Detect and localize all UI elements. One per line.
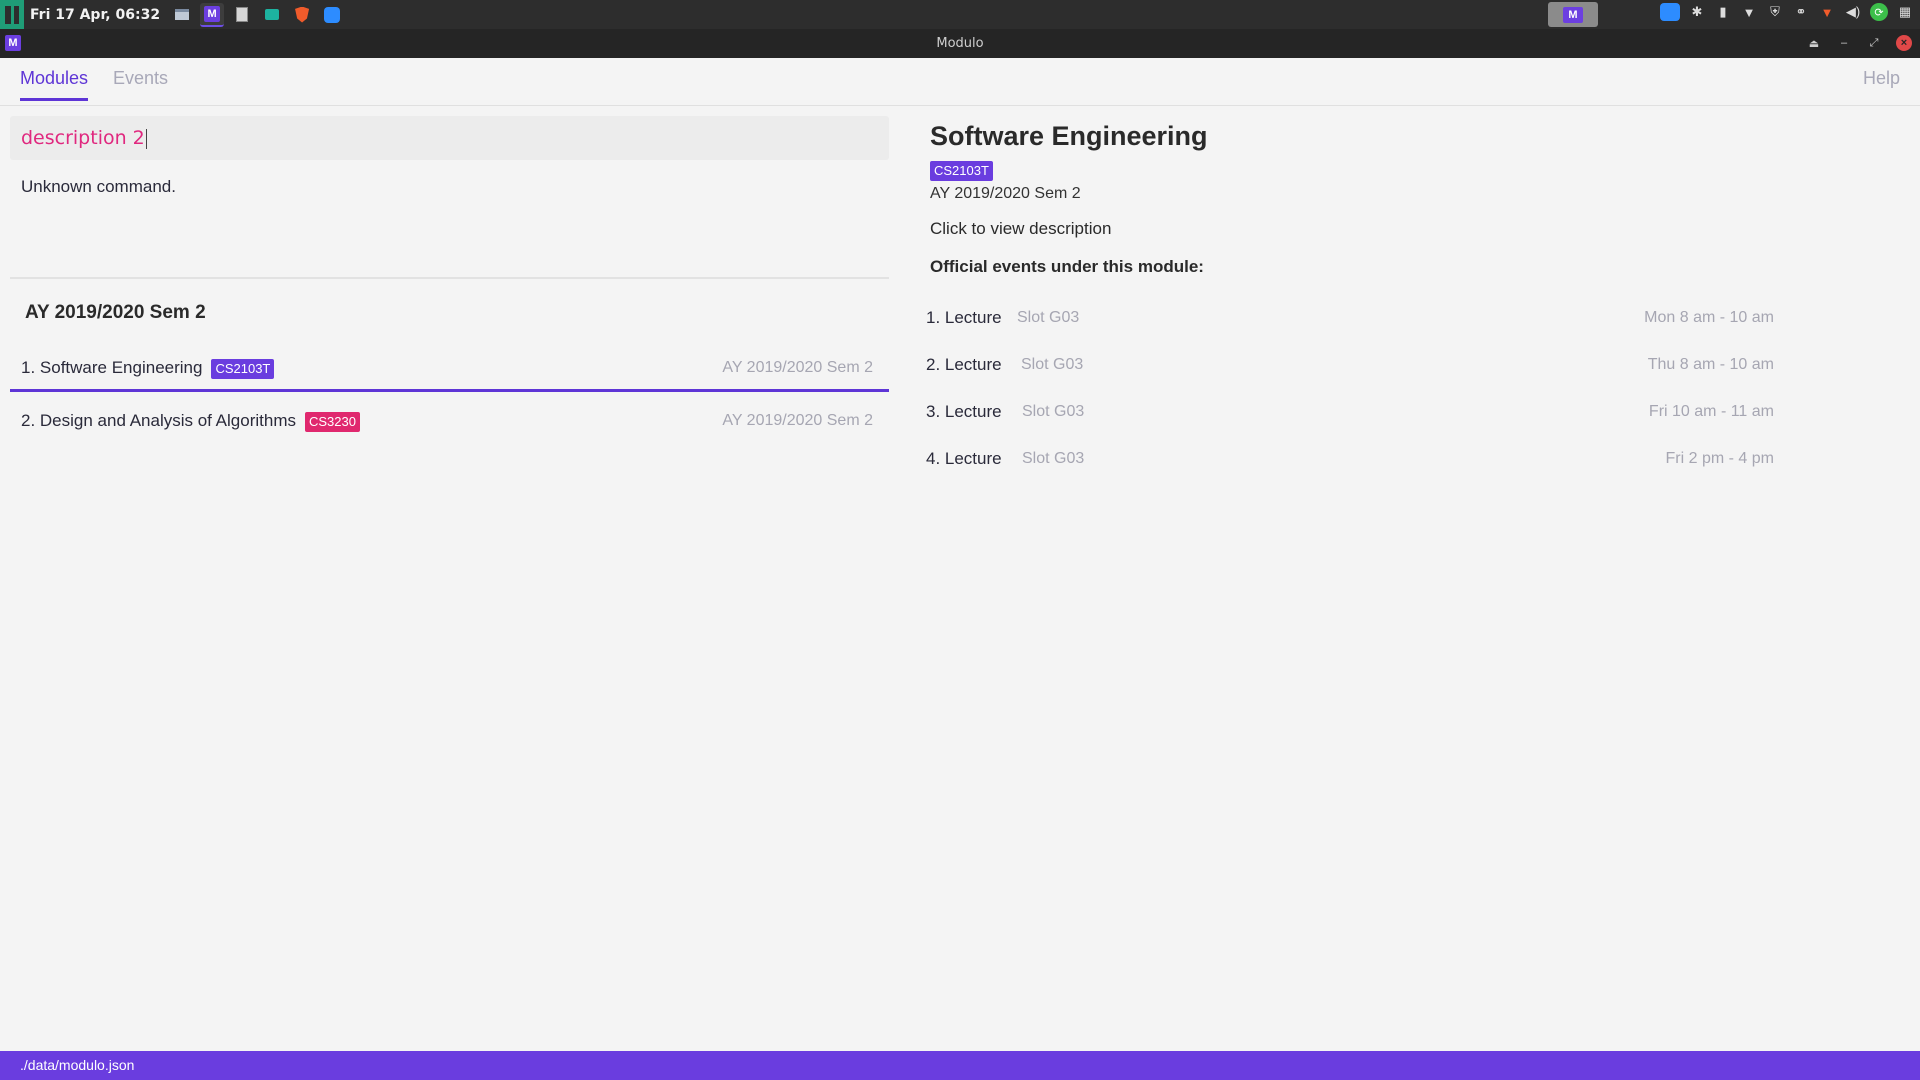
mail-icon (265, 9, 280, 20)
zoom-tray-icon[interactable] (1660, 3, 1680, 21)
event-name: 4. Lecture (926, 449, 1002, 468)
module-label: 1. Software Engineering (21, 358, 203, 377)
event-name: 1. Lecture (926, 308, 1002, 327)
close-icon[interactable]: × (1896, 35, 1912, 51)
wifi-icon[interactable]: ▼ (1740, 3, 1758, 21)
command-input[interactable]: description 2 (10, 116, 889, 160)
event-row[interactable]: 2. Lecture Slot G03 Thu 8 am - 10 am (926, 355, 1774, 385)
shield-icon[interactable]: ⛨ (1766, 3, 1784, 21)
window-controls: ⏏ – ⤢ × (1806, 35, 1912, 51)
manjaro-logo-icon[interactable] (0, 0, 24, 29)
semester-heading: AY 2019/2020 Sem 2 (25, 302, 206, 323)
modulo-icon: M (1563, 6, 1583, 23)
link-icon[interactable]: ⚭ (1792, 3, 1810, 21)
taskbar-document[interactable] (230, 3, 254, 27)
help-link[interactable]: Help (1863, 68, 1900, 98)
taskbar: M (170, 2, 344, 27)
events-heading: Official events under this module: (930, 257, 1204, 276)
active-window-button[interactable]: M (1548, 2, 1598, 27)
volume-icon[interactable]: ◀) (1844, 3, 1862, 21)
modulo-icon: M (204, 5, 221, 22)
event-slot: Slot G03 (1022, 450, 1085, 467)
files-icon (175, 9, 190, 20)
module-semester: AY 2019/2020 Sem 2 (722, 359, 873, 376)
module-list-item[interactable]: 2. Design and Analysis of Algorithms CS32… (10, 395, 889, 445)
event-row[interactable]: 4. Lecture Slot G03 Fri 2 pm - 4 pm (926, 449, 1774, 479)
taskbar-brave[interactable] (290, 3, 314, 27)
command-input-text: description 2 (21, 127, 147, 149)
window-title: Modulo (936, 36, 984, 51)
update-icon[interactable]: ⟳ (1870, 3, 1888, 21)
event-time: Fri 2 pm - 4 pm (1665, 450, 1774, 467)
status-bar: ./data/modulo.json (0, 1051, 1920, 1080)
module-semester: AY 2019/2020 Sem 2 (722, 412, 873, 429)
panel-clock[interactable]: Fri 17 Apr, 06:32 (30, 7, 160, 23)
event-slot: Slot G03 (1017, 309, 1080, 326)
module-code-badge: CS3230 (304, 411, 360, 432)
minimize-icon[interactable]: – (1836, 35, 1852, 51)
brave-tray-icon[interactable]: ▼ (1818, 3, 1836, 21)
clipboard-icon[interactable]: ▮ (1714, 3, 1732, 21)
system-panel: Fri 17 Apr, 06:32 M M ✱ ▮ ▼ ⛨ ⚭ ▼ ◀) ⟳ ▦ (0, 0, 1920, 29)
system-tray: ✱ ▮ ▼ ⛨ ⚭ ▼ ◀) ⟳ ▦ (1660, 3, 1914, 21)
zoom-icon (324, 6, 341, 23)
tab-events[interactable]: Events (113, 68, 168, 98)
taskbar-zoom[interactable] (320, 3, 344, 27)
module-detail-title: Software Engineering (930, 121, 1208, 151)
show-desktop-icon[interactable]: ▦ (1896, 3, 1914, 21)
command-value: description 2 (21, 127, 145, 149)
app-icon[interactable]: M (5, 35, 21, 51)
event-time: Mon 8 am - 10 am (1644, 309, 1774, 326)
module-code-badge: CS2103T (211, 358, 275, 379)
module-name: 1. Software Engineering CS2103T (21, 358, 275, 379)
taskbar-mail[interactable] (260, 3, 284, 27)
data-file-path: ./data/modulo.json (20, 1057, 135, 1073)
event-row[interactable]: 1. Lecture Slot G03 Mon 8 am - 10 am (926, 308, 1774, 338)
event-slot: Slot G03 (1022, 403, 1085, 420)
tab-bar: Modules Events Help (0, 58, 1920, 106)
view-description-link[interactable]: Click to view description (930, 219, 1111, 239)
module-label: 2. Design and Analysis of Algorithms (21, 411, 296, 430)
event-time: Fri 10 am - 11 am (1648, 403, 1774, 420)
event-name: 3. Lecture (926, 402, 1002, 421)
event-name: 2. Lecture (926, 355, 1002, 374)
window-titlebar[interactable]: M Modulo ⏏ – ⤢ × (0, 29, 1920, 58)
taskbar-files[interactable] (170, 3, 194, 27)
maximize-icon[interactable]: ⤢ (1866, 35, 1882, 51)
event-time: Thu 8 am - 10 am (1647, 356, 1774, 373)
module-code-badge: CS2103T (930, 161, 993, 181)
bluetooth-icon[interactable]: ✱ (1688, 3, 1706, 21)
module-list-item[interactable]: 1. Software Engineering CS2103T AY 2019/2… (10, 342, 889, 392)
module-name: 2. Design and Analysis of Algorithms CS32… (21, 411, 360, 432)
module-detail-code: CS2103T (930, 161, 993, 181)
command-result: Unknown command. (21, 177, 176, 196)
taskbar-modulo[interactable]: M (200, 2, 225, 27)
event-slot: Slot G03 (1021, 356, 1084, 373)
tab-modules[interactable]: Modules (20, 68, 89, 101)
module-detail-semester: AY 2019/2020 Sem 2 (930, 185, 1081, 202)
divider (10, 277, 889, 279)
event-row[interactable]: 3. Lecture Slot G03 Fri 10 am - 11 am (926, 402, 1774, 432)
brave-icon (295, 6, 310, 23)
document-icon (236, 7, 249, 22)
text-caret (145, 128, 147, 149)
keep-above-icon[interactable]: ⏏ (1806, 35, 1822, 51)
